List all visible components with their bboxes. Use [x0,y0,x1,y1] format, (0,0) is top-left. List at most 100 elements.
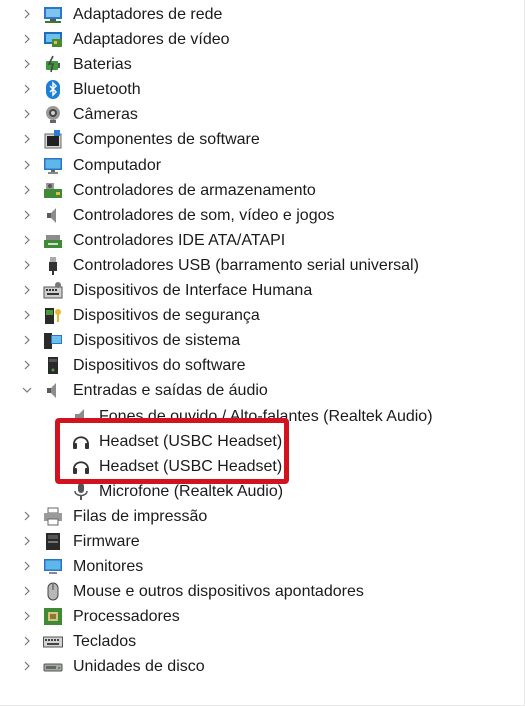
tree-item-label: Adaptadores de rede [73,6,223,23]
system-device-icon [43,331,63,350]
chevron-right-icon[interactable] [22,34,32,44]
tree-item-label: Componentes de software [73,131,260,149]
chevron-right-icon[interactable] [22,134,32,144]
tree-item-label: Processadores [73,608,180,626]
security-device-icon [43,306,63,325]
software-device-icon [43,356,63,375]
tree-item-adaptadores-de-rede[interactable]: Adaptadores de rede [0,2,525,27]
storage-controller-icon [43,181,63,200]
tree-item-label: Controladores IDE ATA/ATAPI [73,231,286,249]
tree-item-controladores-de-som[interactable]: Controladores de som, vídeo e jogos [0,203,525,228]
printer-icon [43,507,63,526]
keyboard-icon [43,632,63,651]
tree-item-label: Entradas e saídas de áudio [73,382,268,400]
tree-child-label: Headset (USBC Headset) [99,432,283,450]
chevron-right-icon[interactable] [22,511,32,521]
chevron-right-icon[interactable] [22,109,32,119]
tree-item-bluetooth[interactable]: Bluetooth [0,77,525,102]
software-component-icon [43,130,63,149]
tree-item-dispositivos-de-seguranca[interactable]: Dispositivos de segurança [0,303,525,328]
tree-item-label: Controladores USB (barramento serial uni… [73,256,419,274]
chevron-right-icon[interactable] [22,360,32,370]
chevron-right-icon[interactable] [22,586,32,596]
network-adapter-icon [43,5,63,24]
tree-item-dispositivos-do-software[interactable]: Dispositivos do software [0,353,525,378]
bluetooth-icon [43,80,63,100]
ide-controller-icon [43,231,63,250]
tree-item-label: Dispositivos de segurança [73,307,260,325]
chevron-right-icon[interactable] [22,260,32,270]
tree-child-headset-2[interactable]: Headset (USBC Headset) [0,454,525,479]
chevron-right-icon[interactable] [22,210,32,220]
tree-item-label: Mouse e outros dispositivos apontadores [73,583,364,601]
tree-item-label: Bluetooth [73,81,141,99]
tree-item-controladores-ide[interactable]: Controladores IDE ATA/ATAPI [0,228,525,253]
chevron-right-icon[interactable] [22,661,32,671]
tree-item-label: Dispositivos de Interface Humana [73,282,313,300]
tree-item-mouse[interactable]: Mouse e outros dispositivos apontadores [0,579,525,604]
tree-item-adaptadores-de-video[interactable]: Adaptadores de vídeo [0,27,525,52]
tree-item-label: Teclados [73,633,137,651]
tree-item-processadores[interactable]: Processadores [0,604,525,629]
mouse-icon [43,582,63,601]
monitor-icon [43,557,63,576]
tree-item-firmware[interactable]: Firmware [0,529,525,554]
tree-item-entradas-e-saidas-de-audio[interactable]: Entradas e saídas de áudio [0,378,525,403]
chevron-right-icon[interactable] [22,611,32,621]
tree-item-label: Controladores de som, vídeo e jogos [73,206,335,224]
device-tree: Adaptadores de rede Adaptadores de vídeo… [0,2,525,680]
display-adapter-icon [43,30,63,49]
camera-icon [43,105,63,124]
tree-item-monitores[interactable]: Monitores [0,554,525,579]
chevron-right-icon[interactable] [22,9,32,19]
tree-item-unidades-de-disco[interactable]: Unidades de disco [0,654,525,679]
chevron-right-icon[interactable] [22,84,32,94]
tree-child-headset-1[interactable]: Headset (USBC Headset) [0,429,525,454]
chevron-right-icon[interactable] [22,160,32,170]
tree-child-label: Headset (USBC Headset) [99,457,283,475]
tree-item-label: Computador [73,156,162,174]
headset-icon [71,432,91,451]
firmware-icon [43,532,63,551]
chevron-right-icon[interactable] [22,185,32,195]
chevron-right-icon[interactable] [22,310,32,320]
chevron-right-icon[interactable] [22,59,32,69]
tree-item-label: Controladores de armazenamento [73,181,316,199]
tree-item-componentes-de-software[interactable]: Componentes de software [0,127,525,152]
chevron-right-icon[interactable] [22,536,32,546]
tree-item-computador[interactable]: Computador [0,153,525,178]
chevron-right-icon[interactable] [22,335,32,345]
tree-item-label: Dispositivos do software [73,357,246,375]
chevron-right-icon[interactable] [22,235,32,245]
speaker-icon [43,206,63,225]
microphone-icon [71,482,91,501]
tree-item-label: Firmware [73,532,140,550]
chevron-right-icon[interactable] [22,636,32,646]
chevron-down-icon[interactable] [22,385,32,395]
tree-item-label: Baterias [73,56,132,74]
tree-item-controladores-usb[interactable]: Controladores USB (barramento serial uni… [0,253,525,278]
tree-item-label: Monitores [73,558,144,576]
audio-io-icon [43,381,63,400]
tree-item-label: Filas de impressão [73,507,208,525]
tree-item-baterias[interactable]: Baterias [0,52,525,77]
tree-item-controladores-de-armazenamento[interactable]: Controladores de armazenamento [0,178,525,203]
headset-icon [71,457,91,476]
tree-item-cameras[interactable]: Câmeras [0,102,525,127]
tree-item-label: Adaptadores de vídeo [73,31,230,49]
usb-icon [43,256,63,275]
tree-item-label: Unidades de disco [73,658,205,676]
tree-item-teclados[interactable]: Teclados [0,629,525,654]
tree-item-filas-de-impressao[interactable]: Filas de impressão [0,504,525,529]
processor-icon [43,607,63,626]
chevron-right-icon[interactable] [22,561,32,571]
tree-item-label: Dispositivos de sistema [73,332,241,350]
battery-icon [43,55,63,74]
computer-icon [43,156,63,175]
tree-item-dispositivos-de-interface-humana[interactable]: Dispositivos de Interface Humana [0,278,525,303]
tree-child-label: Microfone (Realtek Audio) [99,482,284,500]
disk-drive-icon [43,657,63,676]
tree-item-dispositivos-de-sistema[interactable]: Dispositivos de sistema [0,328,525,353]
hid-icon [43,281,63,300]
chevron-right-icon[interactable] [22,285,32,295]
